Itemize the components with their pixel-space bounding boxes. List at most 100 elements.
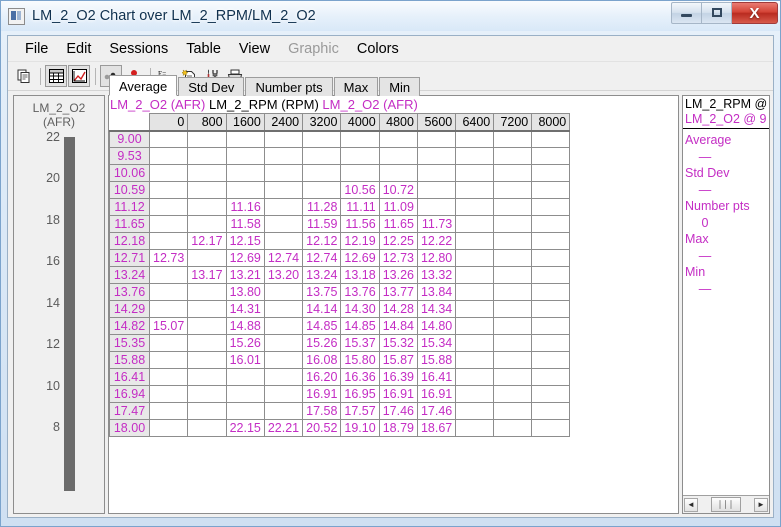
- grid-cell[interactable]: 14.34: [417, 301, 455, 318]
- grid-cell[interactable]: 12.73: [150, 250, 188, 267]
- grid-row-header[interactable]: 13.76: [110, 284, 150, 301]
- grid-cell[interactable]: 16.36: [341, 369, 379, 386]
- grid-cell[interactable]: [494, 233, 532, 250]
- grid-cell[interactable]: 13.76: [341, 284, 379, 301]
- grid-cell[interactable]: 16.95: [341, 386, 379, 403]
- grid-column-header[interactable]: 800: [188, 114, 226, 131]
- grid-cell[interactable]: 11.56: [341, 216, 379, 233]
- grid-cell[interactable]: 16.41: [417, 369, 455, 386]
- grid-cell[interactable]: 13.20: [264, 267, 302, 284]
- grid-cell[interactable]: 12.73: [379, 250, 417, 267]
- tab-min[interactable]: Min: [379, 77, 420, 96]
- grid-cell[interactable]: [456, 233, 494, 250]
- grid-cell[interactable]: 12.12: [303, 233, 341, 250]
- grid-cell[interactable]: [456, 420, 494, 437]
- grid-cell[interactable]: [417, 182, 455, 199]
- chart-view-icon[interactable]: [68, 65, 90, 87]
- grid-cell[interactable]: [264, 335, 302, 352]
- grid-cell[interactable]: 15.34: [417, 335, 455, 352]
- grid-column-header[interactable]: 8000: [532, 114, 570, 131]
- grid-cell[interactable]: [379, 148, 417, 165]
- grid-cell[interactable]: [226, 386, 264, 403]
- grid-cell[interactable]: 14.30: [341, 301, 379, 318]
- grid-cell[interactable]: [456, 335, 494, 352]
- menu-item-edit[interactable]: Edit: [57, 39, 100, 59]
- scrollbar-thumb[interactable]: ∣∣∣: [711, 497, 741, 512]
- grid-cell[interactable]: [264, 284, 302, 301]
- grid-cell[interactable]: [188, 369, 226, 386]
- grid-cell[interactable]: [379, 165, 417, 182]
- grid-cell[interactable]: 17.57: [341, 403, 379, 420]
- grid-cell[interactable]: [150, 352, 188, 369]
- grid-cell[interactable]: 18.67: [417, 420, 455, 437]
- grid-cell[interactable]: [264, 233, 302, 250]
- grid-row-header[interactable]: 16.41: [110, 369, 150, 386]
- grid-row-header[interactable]: 10.59: [110, 182, 150, 199]
- grid-row-header[interactable]: 11.65: [110, 216, 150, 233]
- grid-cell[interactable]: [532, 267, 570, 284]
- grid-cell[interactable]: [303, 165, 341, 182]
- grid-cell[interactable]: 15.37: [341, 335, 379, 352]
- grid-cell[interactable]: [456, 182, 494, 199]
- grid-column-header[interactable]: 4800: [379, 114, 417, 131]
- grid-row-header[interactable]: 9.53: [110, 148, 150, 165]
- grid-cell[interactable]: 17.46: [379, 403, 417, 420]
- grid-cell[interactable]: [379, 131, 417, 148]
- grid-cell[interactable]: [226, 131, 264, 148]
- grid-row-header[interactable]: 14.82: [110, 318, 150, 335]
- grid-cell[interactable]: [532, 420, 570, 437]
- grid-cell[interactable]: [494, 335, 532, 352]
- grid-cell[interactable]: 16.39: [379, 369, 417, 386]
- grid-cell[interactable]: [264, 148, 302, 165]
- maximize-button[interactable]: [702, 2, 732, 24]
- grid-cell[interactable]: 12.69: [226, 250, 264, 267]
- grid-cell[interactable]: [303, 131, 341, 148]
- grid-cell[interactable]: [150, 233, 188, 250]
- grid-column-header[interactable]: 0: [150, 114, 188, 131]
- grid-row-header[interactable]: 17.47: [110, 403, 150, 420]
- grid-cell[interactable]: [188, 199, 226, 216]
- grid-row-header[interactable]: 14.29: [110, 301, 150, 318]
- grid-cell[interactable]: 15.80: [341, 352, 379, 369]
- grid-cell[interactable]: [188, 335, 226, 352]
- grid-cell[interactable]: [341, 131, 379, 148]
- grid-row-header[interactable]: 11.12: [110, 199, 150, 216]
- grid-cell[interactable]: [494, 420, 532, 437]
- grid-cell[interactable]: [494, 386, 532, 403]
- grid-cell[interactable]: 10.56: [341, 182, 379, 199]
- grid-cell[interactable]: [150, 131, 188, 148]
- grid-cell[interactable]: 10.72: [379, 182, 417, 199]
- grid-cell[interactable]: [417, 199, 455, 216]
- grid-column-header[interactable]: 2400: [264, 114, 302, 131]
- grid-cell[interactable]: 12.25: [379, 233, 417, 250]
- grid-cell[interactable]: [226, 182, 264, 199]
- grid-cell[interactable]: [303, 148, 341, 165]
- grid-cell[interactable]: 13.77: [379, 284, 417, 301]
- grid-cell[interactable]: 15.26: [303, 335, 341, 352]
- grid-cell[interactable]: [532, 403, 570, 420]
- grid-cell[interactable]: [264, 301, 302, 318]
- grid-cell[interactable]: [150, 267, 188, 284]
- grid-cell[interactable]: [226, 369, 264, 386]
- grid-cell[interactable]: 17.46: [417, 403, 455, 420]
- grid-cell[interactable]: [456, 301, 494, 318]
- grid-cell[interactable]: [150, 386, 188, 403]
- grid-cell[interactable]: 18.79: [379, 420, 417, 437]
- grid-row-header[interactable]: 16.94: [110, 386, 150, 403]
- grid-cell[interactable]: [150, 301, 188, 318]
- grid-cell[interactable]: [532, 284, 570, 301]
- grid-cell[interactable]: 15.26: [226, 335, 264, 352]
- grid-cell[interactable]: [532, 131, 570, 148]
- grid-cell[interactable]: [188, 352, 226, 369]
- grid-column-header[interactable]: 7200: [494, 114, 532, 131]
- scroll-left-arrow-icon[interactable]: ◄: [684, 498, 698, 512]
- grid-cell[interactable]: [456, 267, 494, 284]
- grid-cell[interactable]: [494, 403, 532, 420]
- grid-cell[interactable]: [264, 165, 302, 182]
- grid-cell[interactable]: [417, 131, 455, 148]
- table-view-icon[interactable]: [45, 65, 67, 87]
- grid-cell[interactable]: 13.75: [303, 284, 341, 301]
- grid-cell[interactable]: [456, 216, 494, 233]
- grid-cell[interactable]: 16.91: [303, 386, 341, 403]
- tab-number-pts[interactable]: Number pts: [245, 77, 332, 96]
